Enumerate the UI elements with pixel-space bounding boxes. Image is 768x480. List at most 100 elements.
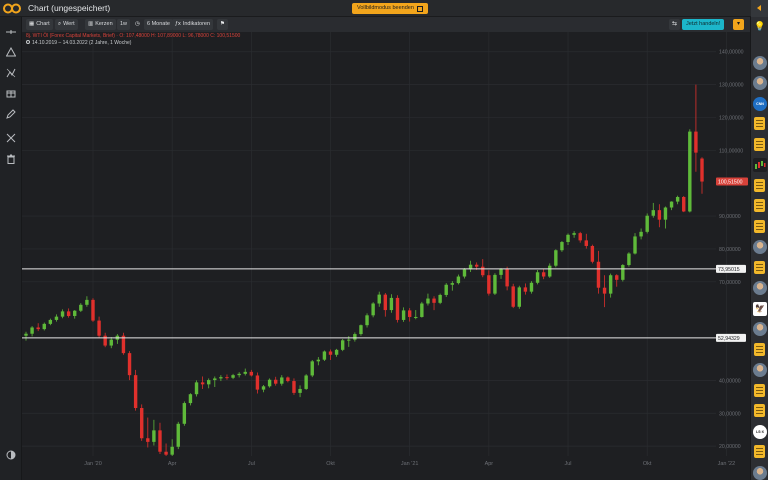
spreadsheet-icon[interactable] [754,178,765,192]
candle-up [152,430,156,442]
indicators-button[interactable]: ƒx Indikatoren [172,19,214,30]
exit-fullscreen-button[interactable]: Vollbildmodus beenden [352,3,428,14]
value-search-label: Wert [63,21,75,27]
time-axis-label: Apr [168,461,177,467]
chart-toolbar: ▦ Chart ⌕ Wert ▥ Kerzen 1w ◷ 6 Monate ƒx… [22,17,750,32]
candle-up [24,333,28,336]
spreadsheet-icon[interactable] [754,117,765,130]
cnn-logo[interactable]: CNN [753,96,767,111]
spreadsheet-icon[interactable] [754,404,765,417]
candle-up [651,210,655,216]
pen-icon[interactable] [5,108,17,120]
ideas-bulb-icon[interactable]: 💡 [753,19,767,33]
value-search-button[interactable]: ⌕ Wert [55,19,78,30]
candle-up [529,282,534,292]
candle-down [36,327,40,330]
candle-up [535,272,540,283]
spreadsheet-icon[interactable] [754,342,765,356]
candle-up [231,375,235,378]
spreadsheet-icon[interactable] [754,137,765,151]
candles-button[interactable]: ▥ Kerzen [85,19,116,30]
pattern-icon[interactable] [5,67,17,79]
period-button[interactable]: 6 Monate [144,19,173,30]
spreadsheet-icon[interactable] [754,445,765,458]
trade-now-label: Jetzt handeln! [686,21,721,27]
price-axis-label: 20,00000 [719,444,741,450]
candle-up [322,351,327,360]
chart-menu-button[interactable]: ▦ Chart [26,19,53,30]
level-label: 52,94329 [718,336,740,342]
candle-down [286,377,290,382]
chart-area[interactable]: Jan '20 Apr Jul Okt Jan '21 Apr Jul Okt Jan '22 1… [22,32,750,480]
author-avatar[interactable] [753,55,767,70]
chart-thumbnail[interactable] [753,158,767,172]
chart-info: 8j. WTI Öl (Forex Capital Markets, Brief… [26,33,240,46]
indicators-label: Indikatoren [182,21,211,27]
pin-button[interactable]: ⚑ [217,19,228,30]
candle-down [584,240,588,246]
author-avatar[interactable] [753,240,767,254]
candle-down [383,294,388,311]
candle-up [627,253,631,266]
time-axis-label: Jul [565,461,572,467]
candle-up [401,310,406,320]
candle-up [688,131,692,212]
app-window: Chart (ungespeichert) Vollbildmodus been… [0,0,768,480]
spreadsheet-icon[interactable] [754,219,765,233]
grid-icon: ▦ [29,21,35,27]
trash-icon[interactable] [5,153,17,165]
candle-up [669,201,674,208]
author-avatar[interactable] [753,76,767,90]
candle-down [474,264,479,267]
candle-down [273,379,278,384]
interval-label: 1w [120,21,128,27]
candle-up [462,269,467,277]
spreadsheet-icon[interactable] [754,383,765,397]
theme-icon[interactable] [5,449,17,461]
candle-down [146,438,150,442]
lsx-logo[interactable]: LS·X [753,424,767,439]
candle-up [608,275,613,294]
spreadsheet-icon[interactable] [754,260,765,274]
author-avatar[interactable] [753,322,767,336]
price-axis-label: 30,00000 [719,411,741,417]
measure-icon[interactable] [5,132,17,144]
candle-down [225,377,229,379]
chevron-left-icon [757,5,761,11]
candles-icon: ▥ [88,21,94,27]
interval-button[interactable]: 1w [117,19,131,30]
chart-menu-label: Chart [36,21,50,27]
trade-now-button[interactable]: Jetzt handeln! [682,19,725,30]
author-avatar[interactable] [753,281,767,295]
author-avatar[interactable] [753,363,767,377]
trade-dropdown-button[interactable]: ▾ [733,19,744,30]
candle-up [79,304,83,311]
time-axis-label: Jan '21 [401,461,419,467]
candle-up [30,327,34,334]
candle-down [133,375,138,409]
crosshair-icon[interactable] [5,26,17,38]
gift-icon[interactable] [5,87,17,99]
collapse-sidebar-button[interactable] [751,0,768,17]
candle-up [517,287,521,307]
candle-down [541,272,546,277]
time-axis-label: Okt [643,461,652,467]
cta-prefix-button[interactable]: ⇆ [669,19,680,30]
author-avatar[interactable] [753,465,767,480]
candle-up [188,394,193,404]
price-axis-label: 130,00000 [719,83,744,89]
candle-up [566,234,570,243]
time-axis-label: Jan '20 [84,461,102,467]
price-chart[interactable]: Jan '20 Apr Jul Okt Jan '21 Apr Jul Okt Jan '22 1… [22,32,750,480]
clock-icon[interactable]: ◷ [132,19,143,30]
spreadsheet-icon[interactable] [754,199,765,212]
candle-down [487,275,491,294]
candle-up [182,403,187,424]
candle-up [176,423,180,447]
time-axis-label: Jul [248,461,255,467]
app-logo-icon [3,3,21,14]
candle-up [426,298,430,304]
eagle-logo[interactable]: 🦅 [753,301,767,316]
triangle-icon[interactable] [5,46,17,58]
candle-down [596,261,601,288]
